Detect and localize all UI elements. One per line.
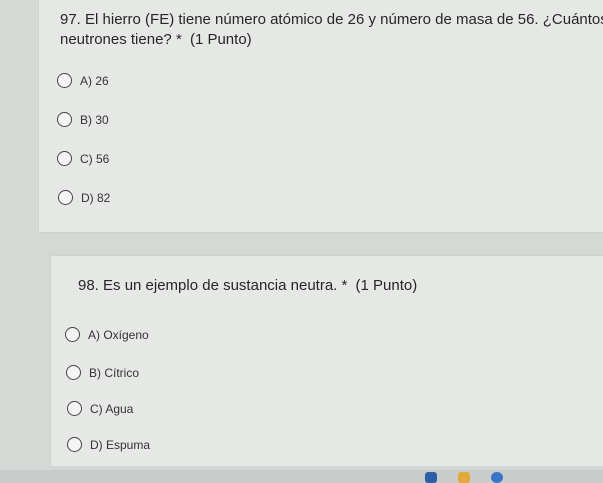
- radio-button[interactable]: [67, 401, 82, 416]
- radio-button[interactable]: [65, 327, 80, 342]
- chrome-icon[interactable]: [491, 472, 503, 483]
- radio-button[interactable]: [67, 437, 82, 452]
- option-c[interactable]: C) Agua: [67, 401, 133, 416]
- radio-button[interactable]: [66, 365, 81, 380]
- required-mark: *: [175, 31, 182, 48]
- question-points: (1 Punto): [189, 31, 252, 48]
- option-d[interactable]: D) Espuma: [67, 437, 150, 452]
- option-label: C) 56: [80, 151, 110, 166]
- option-label: C) Agua: [90, 401, 134, 416]
- question-points: (1 Punto): [355, 277, 418, 294]
- option-label: B) Cítrico: [89, 365, 140, 380]
- option-a[interactable]: A) Oxígeno: [65, 327, 149, 342]
- option-label: D) 82: [81, 190, 111, 205]
- option-b[interactable]: B) 30: [57, 112, 109, 127]
- taskbar-strip: [0, 470, 603, 483]
- question-title: 97. El hierro (FE) tiene número atómico …: [60, 10, 603, 50]
- option-a[interactable]: A) 26: [57, 73, 109, 88]
- option-label: D) Espuma: [90, 437, 151, 452]
- question-card-98: 98. Es un ejemplo de sustancia neutra. *…: [50, 255, 603, 466]
- radio-button[interactable]: [57, 112, 72, 127]
- folder-icon[interactable]: [458, 472, 470, 483]
- radio-button[interactable]: [58, 190, 73, 205]
- option-b[interactable]: B) Cítrico: [66, 365, 139, 380]
- option-c[interactable]: C) 56: [57, 151, 109, 166]
- radio-button[interactable]: [57, 73, 72, 88]
- option-d[interactable]: D) 82: [58, 190, 110, 205]
- document-icon[interactable]: [425, 472, 437, 483]
- option-label: A) 26: [80, 73, 109, 88]
- question-text: 98. Es un ejemplo de sustancia neutra.: [78, 277, 338, 294]
- question-card-97: 97. El hierro (FE) tiene número atómico …: [38, 0, 603, 233]
- option-label: A) Oxígeno: [88, 327, 149, 342]
- required-mark: *: [341, 277, 348, 294]
- question-text: 97. El hierro (FE) tiene número atómico …: [60, 11, 603, 48]
- radio-button[interactable]: [57, 151, 72, 166]
- option-label: B) 30: [80, 112, 109, 127]
- question-title: 98. Es un ejemplo de sustancia neutra. *…: [78, 276, 598, 296]
